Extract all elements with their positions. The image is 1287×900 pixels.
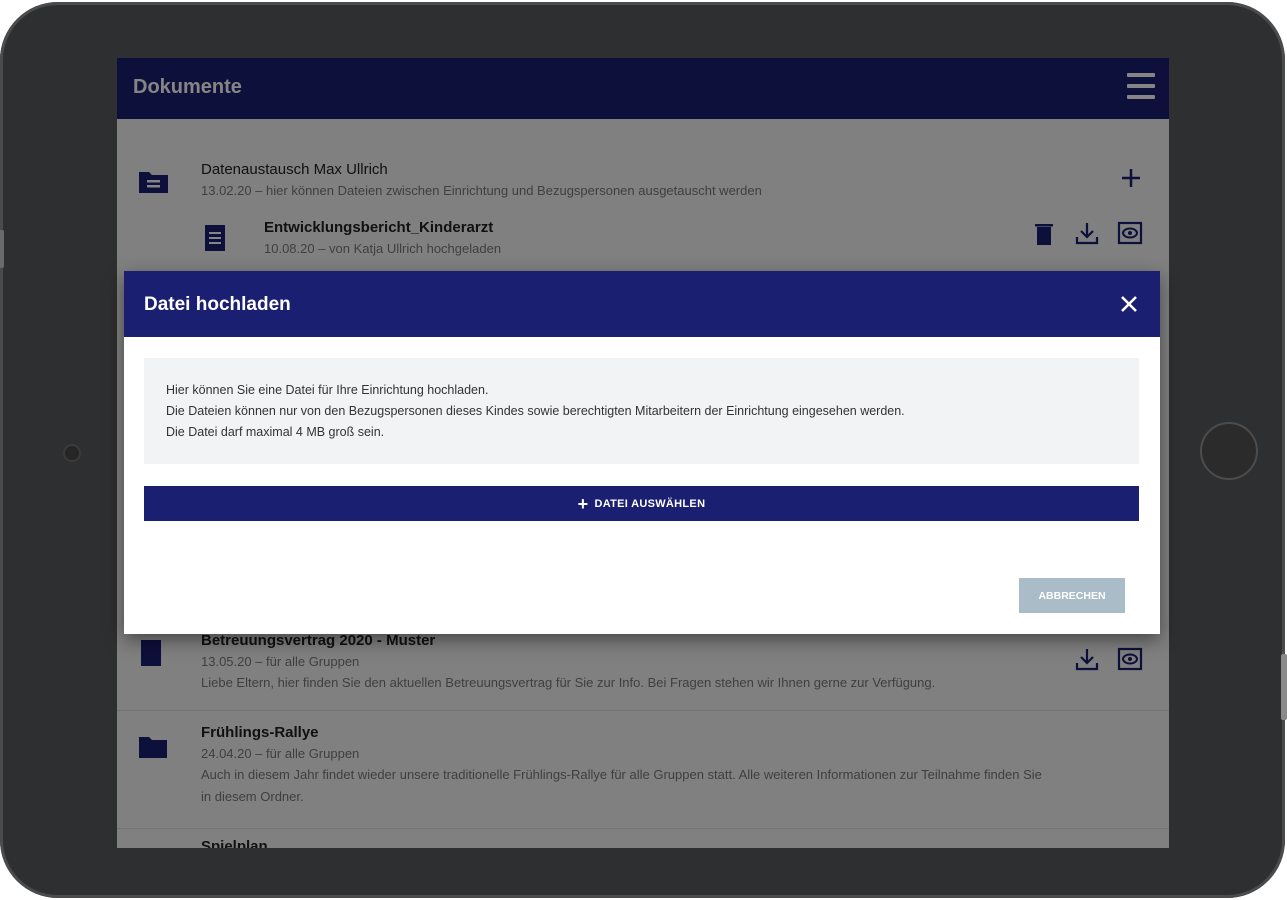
side-button	[0, 230, 4, 268]
cancel-button[interactable]: ABBRECHEN	[1019, 578, 1125, 613]
dialog-title: Datei hochladen	[144, 294, 291, 315]
info-box: Hier können Sie eine Datei für Ihre Einr…	[144, 358, 1139, 464]
close-icon[interactable]	[1118, 293, 1140, 315]
info-text: Die Dateien können nur von den Bezugsper…	[166, 404, 905, 418]
camera	[63, 444, 81, 462]
select-file-label: DATEI AUSWÄHLEN	[594, 497, 706, 510]
side-button	[1281, 654, 1287, 720]
home-button[interactable]	[1200, 422, 1258, 480]
upload-dialog: Datei hochladen Hier können Sie eine Dat…	[124, 271, 1160, 634]
info-text: Hier können Sie eine Datei für Ihre Einr…	[166, 383, 489, 397]
dialog-header: Datei hochladen	[124, 271, 1160, 337]
add-icon: +	[577, 493, 589, 514]
info-text: Die Datei darf maximal 4 MB groß sein.	[166, 425, 385, 439]
select-file-button[interactable]: + DATEI AUSWÄHLEN	[144, 486, 1139, 521]
